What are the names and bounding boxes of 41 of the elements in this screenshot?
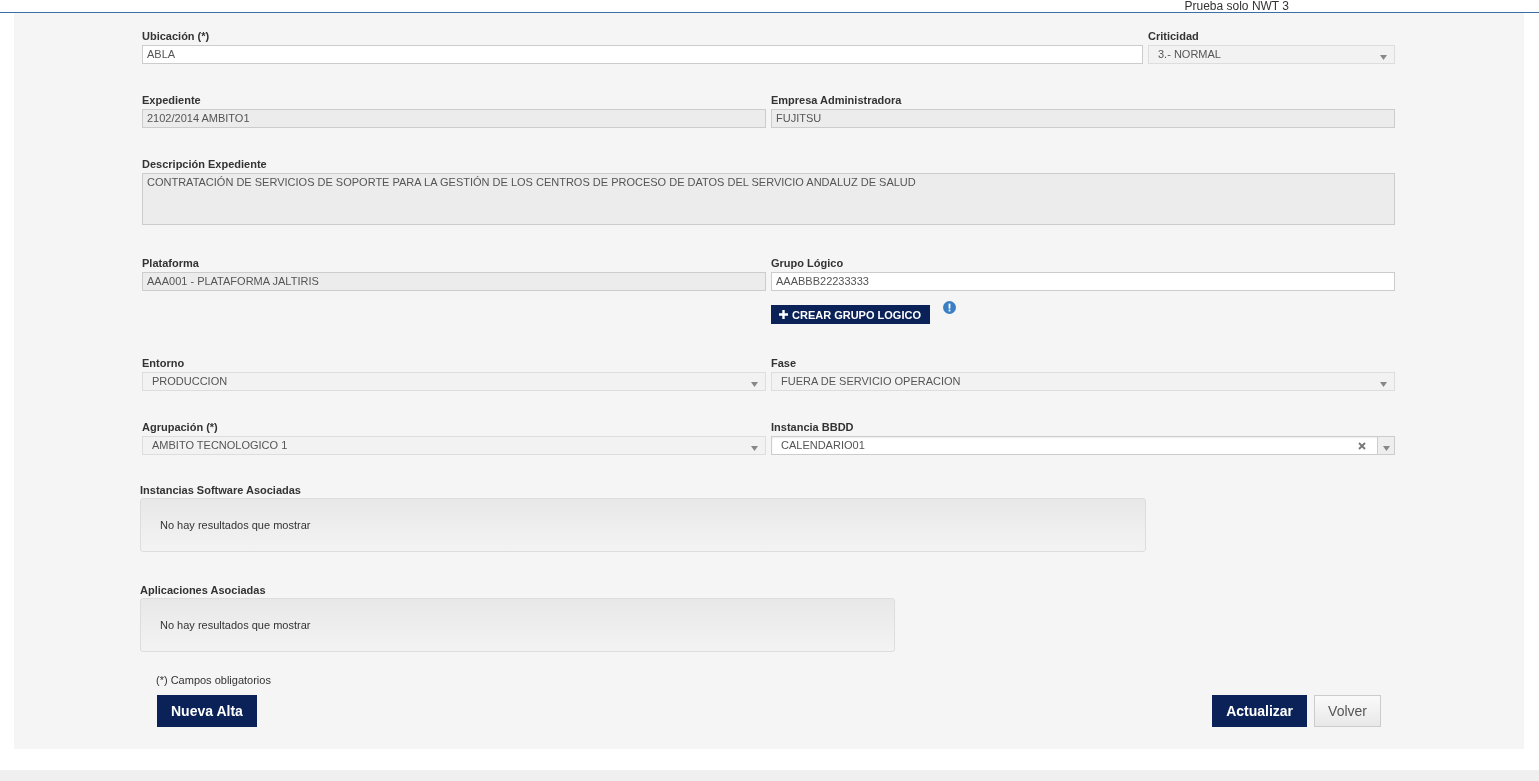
field-label: Empresa Administradora [771,93,903,107]
input-field[interactable]: AAA001 - PLATAFORMA JALTIRIS [142,272,766,291]
caret-icon [751,446,758,451]
empty-message: No hay resultados que mostrar [160,619,311,631]
input-field[interactable]: 2102/2014 AMBITO1 [142,109,766,128]
section-title: Aplicaciones Asociadas [140,584,267,597]
caret-icon [751,382,758,387]
field-label: Fase [771,356,798,370]
input-field[interactable]: AAABBB22233333 [771,272,1395,291]
field-label: Grupo Lógico [771,256,845,270]
select-field[interactable]: FUERA DE SERVICIO OPERACION [771,372,1395,391]
field-label: Criticidad [1148,29,1200,43]
caret-icon [1380,382,1387,387]
field-label: Descripción Expediente [142,157,268,171]
input-field[interactable]: FUJITSU [771,109,1395,128]
field-label: Agrupación (*) [142,420,219,434]
field-label: Ubicación (*) [142,29,211,43]
close-icon[interactable] [1358,442,1366,450]
select-field[interactable]: 3.- NORMAL [1148,45,1395,64]
required-note: (*) Campos obligatorios [156,674,272,686]
field-label: Entorno [142,356,186,370]
info-icon[interactable] [942,301,956,314]
action-button[interactable]: Nueva Alta [157,695,257,727]
plus-icon [779,310,788,319]
caret-icon [1380,55,1387,60]
select-field[interactable]: CALENDARIO01 [771,436,1395,455]
dropdown-toggle[interactable] [1377,437,1394,454]
select-field[interactable]: PRODUCCION [142,372,766,391]
section-title: Instancias Software Asociadas [140,484,302,497]
action-button[interactable]: Volver [1314,695,1381,727]
field-label: Plataforma [142,256,200,270]
select-field[interactable]: AMBITO TECNOLOGICO 1 [142,436,766,455]
input-field[interactable]: ABLA [142,45,1143,64]
caret-icon [1382,446,1390,451]
create-group-button[interactable]: CREAR GRUPO LOGICO [771,305,930,324]
action-button[interactable]: Actualizar [1212,695,1308,727]
field-label: Expediente [142,93,202,107]
header-text: Prueba solo NWT 3 [1184,0,1289,12]
empty-message: No hay resultados que mostrar [160,519,311,531]
field-label: Instancia BBDD [771,420,855,434]
textarea-field[interactable]: CONTRATACIÓN DE SERVICIOS DE SOPORTE PARA LA GESTIÓN DE LOS CENTROS DE PROCESO DE DATOS DEL SERVICIO ANDALUZ DE SALUD [142,173,1395,225]
